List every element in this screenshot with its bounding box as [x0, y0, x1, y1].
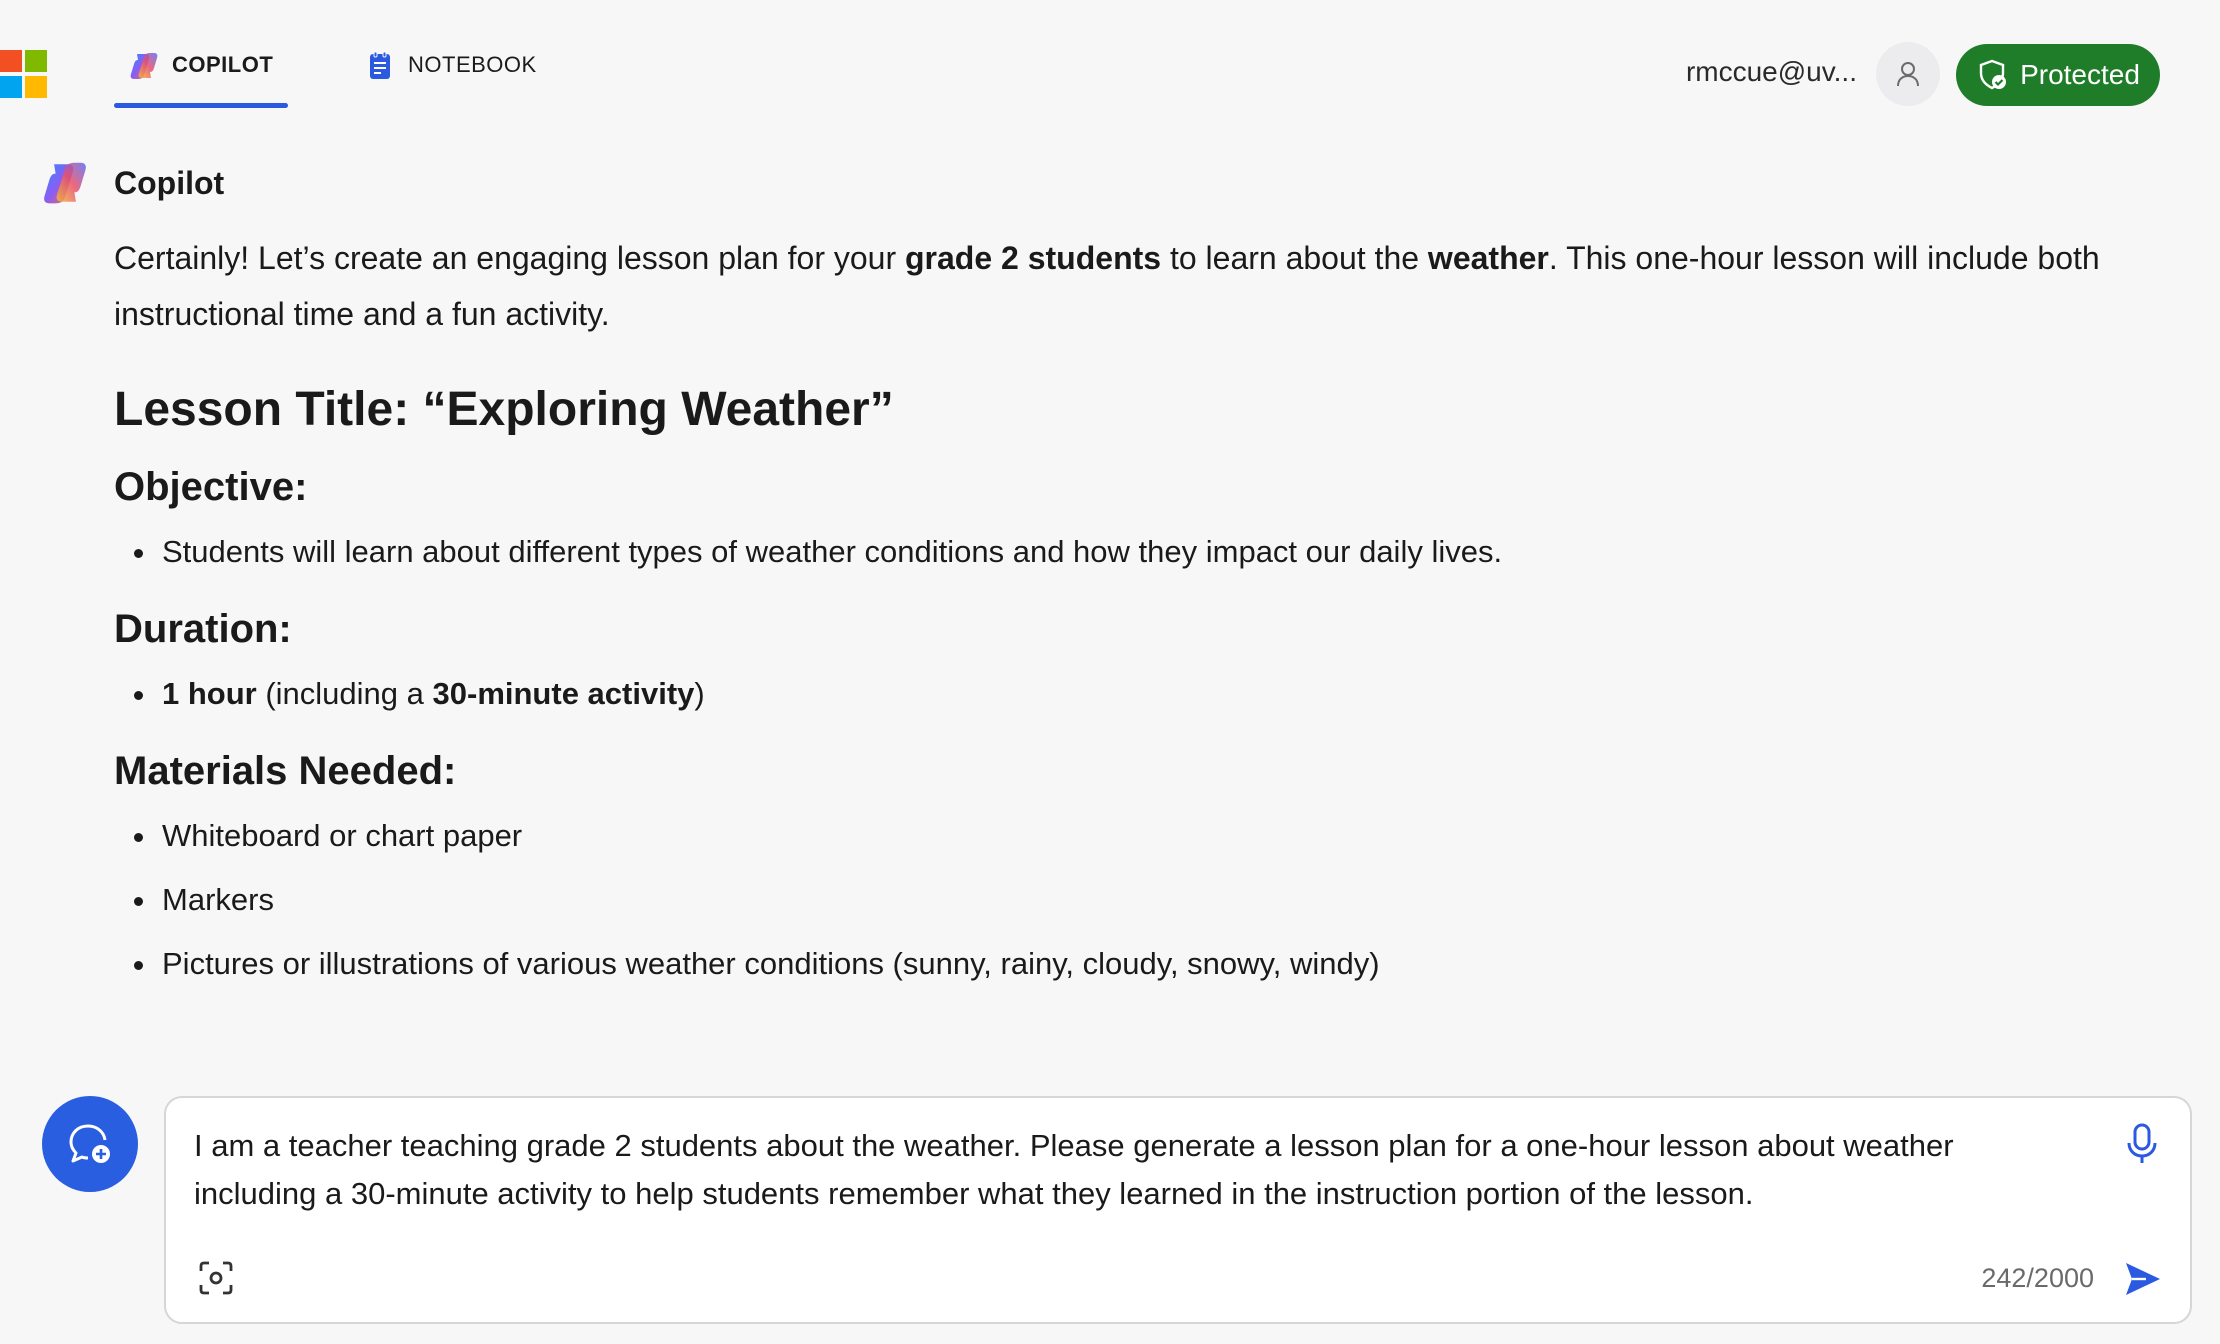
top-bar: COPILOT NOTEBOOK rmccue@uv... Protected [0, 0, 2220, 110]
copilot-icon [44, 162, 86, 204]
list-item: Markers [114, 868, 2144, 932]
duration-bold: 30-minute activity [432, 676, 695, 711]
tab-copilot[interactable]: COPILOT [114, 44, 288, 108]
intro-bold: grade 2 students [905, 240, 1162, 276]
list-item: Students will learn about different type… [114, 520, 2144, 584]
duration-bold: 1 hour [162, 676, 257, 711]
objective-list: Students will learn about different type… [114, 520, 2144, 584]
list-item: 1 hour (including a 30-minute activity) [114, 662, 2144, 726]
list-item: Whiteboard or chart paper [114, 804, 2144, 868]
materials-list: Whiteboard or chart paper Markers Pictur… [114, 804, 2144, 996]
message-body: Certainly! Let’s create an engaging less… [114, 230, 2144, 996]
microsoft-logo-icon[interactable] [0, 50, 48, 98]
message-header: Copilot [40, 158, 224, 208]
duration-heading: Duration: [114, 607, 292, 651]
protected-button[interactable]: Protected [1956, 44, 2160, 106]
new-chat-icon [69, 1124, 110, 1163]
objective-heading: Objective: [114, 465, 308, 509]
tab-copilot-label: COPILOT [172, 52, 274, 77]
send-icon[interactable] [2122, 1258, 2164, 1300]
user-email[interactable]: rmccue@uv... [1686, 56, 1857, 88]
materials-heading: Materials Needed: [114, 749, 457, 793]
avatar-button[interactable] [1876, 42, 1940, 106]
new-chat-button[interactable] [42, 1096, 138, 1192]
intro-bold: weather [1427, 240, 1549, 276]
screenshot-icon[interactable] [196, 1258, 236, 1298]
duration-text: ) [694, 676, 705, 711]
message-input[interactable]: I am a teacher teaching grade 2 students… [194, 1122, 2074, 1218]
duration-text: (including a [256, 676, 433, 711]
shield-check-icon [1979, 59, 2007, 90]
message-composer[interactable]: I am a teacher teaching grade 2 students… [164, 1096, 2192, 1324]
sender-name: Copilot [114, 164, 225, 201]
protected-label: Protected [2020, 59, 2140, 90]
list-item: Pictures or illustrations of various wea… [114, 932, 2144, 996]
person-icon [1897, 62, 1919, 87]
intro-paragraph: Certainly! Let’s create an engaging less… [114, 230, 2144, 342]
microphone-icon[interactable] [2122, 1122, 2162, 1166]
char-counter: 242/2000 [1981, 1263, 2094, 1293]
duration-list: 1 hour (including a 30-minute activity) [114, 662, 2144, 726]
lesson-title: Lesson Title: “Exploring Weather” [114, 383, 894, 436]
intro-text: to learn about the [1161, 240, 1428, 276]
notebook-icon [370, 51, 390, 79]
copilot-icon [130, 53, 158, 79]
intro-text: Certainly! Let’s create an engaging less… [114, 240, 905, 276]
tab-notebook[interactable]: NOTEBOOK [350, 44, 540, 108]
tab-notebook-label: NOTEBOOK [408, 52, 537, 77]
